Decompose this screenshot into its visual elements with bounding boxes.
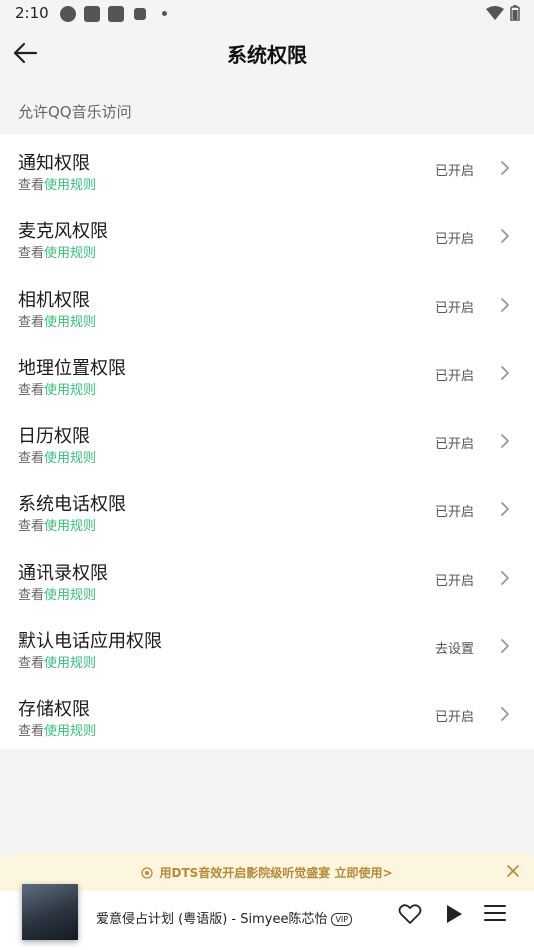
status-time: 2:10: [15, 4, 49, 22]
notification-icon: [108, 6, 124, 22]
wifi-icon: [486, 6, 504, 20]
rule-prefix: 查看: [18, 656, 45, 672]
chevron-right-icon: [501, 229, 509, 244]
permission-status: 已开启: [434, 573, 474, 589]
permission-rule-text: 查看使用规则: [18, 311, 96, 330]
permission-rule-text: 查看使用规则: [18, 515, 96, 534]
permission-status: 已开启: [434, 505, 474, 521]
usage-rules-link[interactable]: 使用规则: [44, 383, 96, 398]
permission-item-default-phone-app[interactable]: 默认电话应用权限 查看使用规则 去设置: [0, 612, 534, 680]
usage-rules-link[interactable]: 使用规则: [44, 724, 96, 739]
permission-name: 系统电话权限: [18, 494, 126, 516]
permission-name: 默认电话应用权限: [18, 631, 162, 653]
permission-item-contacts[interactable]: 通讯录权限 查看使用规则 已开启: [0, 544, 534, 612]
song-title: 爱意侵占计划 (粤语版) - Simyee陈芯怡: [96, 912, 328, 927]
chevron-right-icon: [501, 570, 509, 585]
dts-icon: [141, 867, 154, 879]
page-title: 系统权限: [227, 43, 307, 67]
rule-prefix: 查看: [18, 382, 45, 398]
mini-player[interactable]: 爱意侵占计划 (粤语版) - Simyee陈芯怡 VIP: [0, 884, 534, 950]
permission-item-microphone[interactable]: 麦克风权限 查看使用规则 已开启: [0, 202, 534, 270]
permission-item-notification[interactable]: 通知权限 查看使用规则 已开启: [0, 134, 534, 202]
rule-prefix: 查看: [18, 246, 45, 262]
status-bar: 2:10: [0, 0, 534, 28]
close-icon[interactable]: [506, 864, 520, 878]
chevron-right-icon: [501, 707, 509, 722]
usage-rules-link[interactable]: 使用规则: [44, 656, 96, 671]
promo-label: 用DTS音效开启影院级听觉盛宴 立即使用>: [159, 866, 393, 880]
permission-status: 已开启: [434, 232, 474, 248]
permission-list: 通知权限 查看使用规则 已开启 麦克风权限 查看使用规则 已开启 相机权限 查看…: [0, 134, 534, 749]
rule-prefix: 查看: [18, 724, 45, 740]
usage-rules-link[interactable]: 使用规则: [44, 451, 96, 466]
usage-rules-link[interactable]: 使用规则: [44, 588, 96, 603]
permission-rule-text: 查看使用规则: [18, 720, 96, 739]
album-cover[interactable]: [22, 884, 78, 940]
permission-item-camera[interactable]: 相机权限 查看使用规则 已开启: [0, 271, 534, 339]
permission-item-phone[interactable]: 系统电话权限 查看使用规则 已开启: [0, 475, 534, 543]
rule-prefix: 查看: [18, 178, 45, 193]
rule-prefix: 查看: [18, 587, 45, 603]
permission-rule-text: 查看使用规则: [18, 174, 96, 193]
permission-name: 存储权限: [18, 699, 90, 721]
usage-rules-link[interactable]: 使用规则: [44, 178, 96, 193]
chevron-right-icon: [501, 434, 509, 449]
chevron-right-icon: [501, 502, 509, 517]
permission-item-location[interactable]: 地理位置权限 查看使用规则 已开启: [0, 339, 534, 407]
permission-name: 日历权限: [18, 426, 90, 448]
permission-status: 已开启: [434, 300, 474, 316]
notification-icon: [84, 6, 100, 22]
permission-name: 麦克风权限: [18, 221, 108, 243]
permission-status: 去设置: [434, 642, 474, 658]
permission-rule-text: 查看使用规则: [18, 379, 96, 398]
usage-rules-link[interactable]: 使用规则: [44, 315, 96, 330]
playlist-menu-icon[interactable]: [483, 903, 507, 923]
usage-rules-link[interactable]: 使用规则: [44, 519, 96, 534]
rule-prefix: 查看: [18, 314, 45, 330]
permission-status: 已开启: [434, 710, 474, 726]
rule-prefix: 查看: [18, 519, 45, 535]
permission-name: 地理位置权限: [18, 357, 126, 379]
chevron-right-icon: [501, 297, 509, 312]
permission-status: 已开启: [434, 368, 474, 384]
chevron-right-icon: [501, 365, 509, 380]
permission-item-calendar[interactable]: 日历权限 查看使用规则 已开启: [0, 407, 534, 475]
rule-prefix: 查看: [18, 451, 45, 467]
play-icon[interactable]: [444, 903, 464, 925]
permission-name: 通知权限: [18, 153, 90, 174]
permission-item-storage[interactable]: 存储权限 查看使用规则 已开启: [0, 680, 534, 748]
permission-rule-text: 查看使用规则: [18, 447, 96, 466]
vip-badge: VIP: [331, 913, 353, 926]
permission-status: 已开启: [434, 437, 474, 453]
permission-name: 通讯录权限: [18, 562, 108, 584]
chevron-right-icon: [501, 639, 509, 653]
heart-icon[interactable]: [398, 903, 422, 925]
permission-rule-text: 查看使用规则: [18, 584, 96, 603]
section-label: 允许QQ音乐访问: [18, 103, 132, 121]
font-notification-icon: [134, 8, 146, 20]
app-header: 系统权限: [0, 28, 534, 80]
permission-name: 相机权限: [18, 289, 90, 311]
now-playing-title: 爱意侵占计划 (粤语版) - Simyee陈芯怡 VIP: [96, 908, 353, 927]
permission-rule-text: 查看使用规则: [18, 242, 96, 261]
app-notification-icon: [60, 6, 76, 22]
dts-promo-banner[interactable]: 用DTS音效开启影院级听觉盛宴 立即使用>: [0, 853, 534, 891]
permission-rule-text: 查看使用规则: [18, 652, 96, 671]
chevron-right-icon: [501, 161, 509, 175]
permission-status: 已开启: [434, 164, 474, 179]
usage-rules-link[interactable]: 使用规则: [44, 246, 96, 261]
more-notifications-icon: [162, 11, 167, 16]
promo-text: 用DTS音效开启影院级听觉盛宴 立即使用>: [0, 864, 534, 881]
battery-icon: [510, 5, 520, 21]
